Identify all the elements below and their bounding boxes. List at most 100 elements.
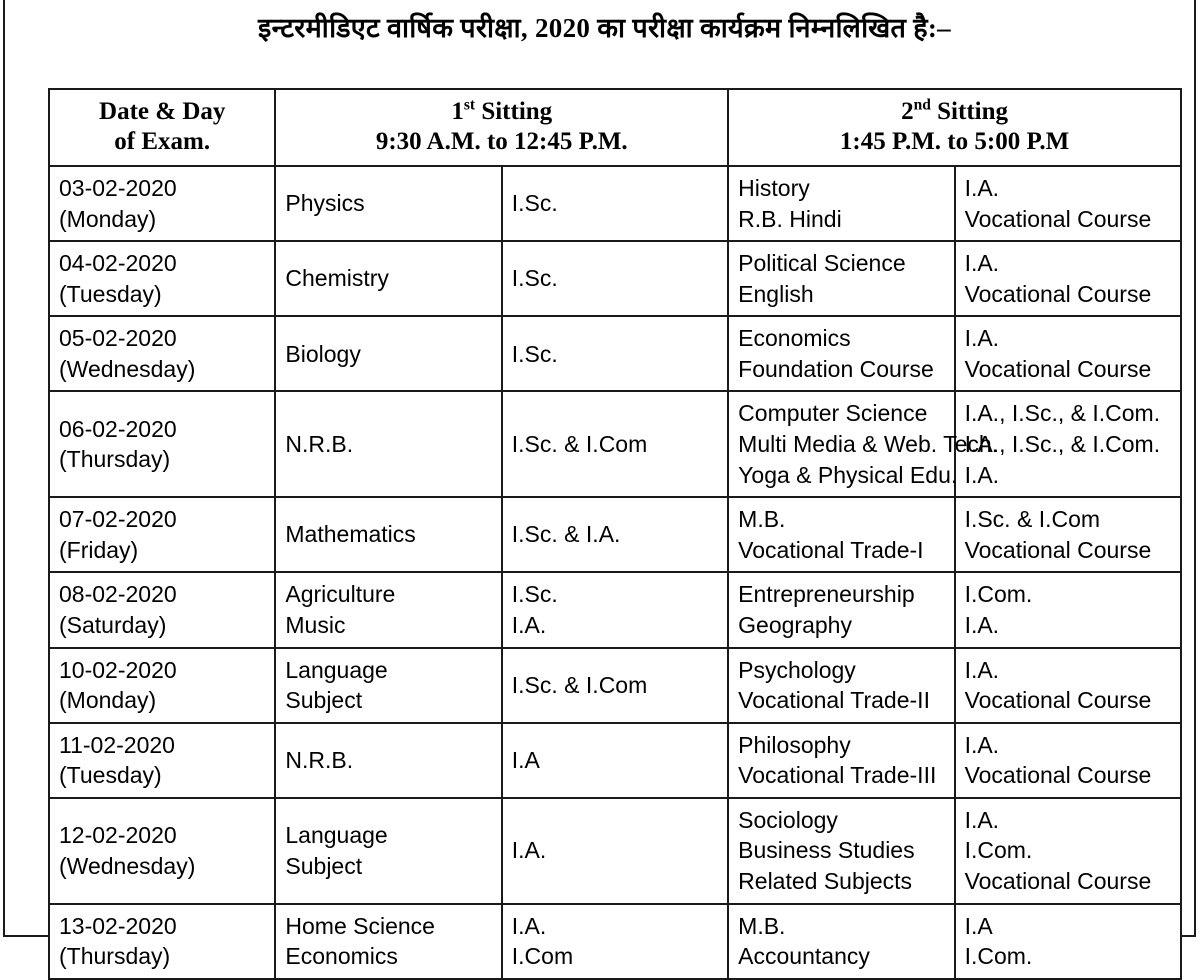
second-sitting-group-cell-line: I.A <box>964 912 993 939</box>
table-row: 11-02-2020 (Tuesday) N.R.B. I.A Philosophy Vo… <box>47 721 1183 799</box>
exam-date-cell-line: (Monday) <box>59 205 157 232</box>
second-sitting-subject-cell: Entrepreneurship Geography <box>727 571 956 649</box>
sitting2-word: Sitting <box>930 98 1009 125</box>
second-sitting-group-cell: I.A. Vocational Course <box>953 240 1183 318</box>
exam-date-cell-line: (Wednesday) <box>59 355 196 382</box>
second-sitting-subject-cell: Political Science English <box>727 240 956 318</box>
first-sitting-group-cell-line: I.A <box>511 746 540 773</box>
exam-date-cell-line: 12-02-2020 <box>59 822 177 849</box>
second-sitting-group-cell-line: I.A. <box>964 175 1000 201</box>
second-sitting-subject-cell-line: R.B. Hindi <box>738 205 842 232</box>
exam-date-cell-line: 13-02-2020 <box>59 912 177 939</box>
first-sitting-subject-cell: N.R.B. <box>274 721 503 799</box>
exam-date-cell-line: 03-02-2020 <box>59 175 177 201</box>
second-sitting-group-cell-line: I.Com. <box>964 943 1033 970</box>
second-sitting-group-cell-line: I.Com. <box>964 581 1033 608</box>
second-sitting-group-cell-line: I.A., I.Sc., & I.Com. <box>964 400 1161 427</box>
second-sitting-group-cell: I.A. I.Com. Vocational Course <box>953 796 1183 905</box>
second-sitting-group-cell-line: I.Com. <box>964 837 1033 864</box>
exam-date-cell-line: (Wednesday) <box>59 852 196 879</box>
table-row: 07-02-2020 (Friday) Mathematics I.Sc. & I.A… <box>47 496 1183 574</box>
exam-date-cell: 12-02-2020 (Wednesday) <box>47 796 277 905</box>
exam-date-cell-line: 08-02-2020 <box>59 581 177 608</box>
table-row: 05-02-2020 (Wednesday) Biology I.Sc. Economi… <box>47 315 1183 393</box>
first-sitting-subject-cell-line: Language <box>285 822 388 849</box>
second-sitting-subject-cell: Sociology Business Studies Related Subject… <box>727 796 956 905</box>
second-sitting-subject-cell-line: Foundation Course <box>738 355 934 382</box>
exam-date-cell-line: (Monday) <box>59 687 157 714</box>
first-sitting-subject-cell-line: N.R.B. <box>285 746 354 773</box>
second-sitting-subject-cell-line: Business Studies <box>738 837 915 864</box>
second-sitting-subject-cell: M.B. Vocational Trade-I <box>727 496 956 574</box>
table-header: Date & Day of Exam. 1st Sitting 9:30 A.M… <box>47 88 1182 167</box>
first-sitting-group-cell-line: I.Com <box>511 943 574 970</box>
sitting1-ordinal-suffix: st <box>463 96 476 114</box>
table-body: 03-02-2020 (Monday) Physics I.Sc. History R.B… <box>47 164 1183 980</box>
first-sitting-group-cell-line: I.A. <box>511 837 547 864</box>
second-sitting-subject-cell-line: History <box>738 175 810 201</box>
first-sitting-group-cell-line: I.A. <box>511 611 547 638</box>
exam-date-cell-line: 06-02-2020 <box>59 415 177 442</box>
second-sitting-group-cell: I.A I.Com. <box>953 902 1183 980</box>
header-first-sitting-label: 1st Sitting <box>280 97 723 127</box>
exam-date-cell: 08-02-2020 (Saturday) <box>47 571 277 649</box>
first-sitting-subject-cell-line: Mathematics <box>285 521 416 548</box>
first-sitting-group-cell: I.Sc. <box>500 240 730 318</box>
first-sitting-group-cell: I.A. I.Com <box>500 902 730 980</box>
exam-date-cell-line: (Thursday) <box>59 943 171 970</box>
exam-date-cell-line: 07-02-2020 <box>59 506 177 533</box>
exam-date-cell: 03-02-2020 (Monday) <box>47 164 277 243</box>
second-sitting-subject-cell-line: Accountancy <box>738 943 870 970</box>
second-sitting-group-cell-line: Vocational Course <box>964 280 1152 307</box>
first-sitting-group-cell-line: I.Sc. <box>511 581 558 608</box>
table-row: 10-02-2020 (Monday) Language Subject I.Sc. &… <box>47 646 1183 724</box>
first-sitting-subject-cell-line: N.R.B. <box>285 431 354 458</box>
second-sitting-group-cell-line: Vocational Course <box>964 355 1152 382</box>
header-second-sitting-label: 2nd Sitting <box>733 97 1176 127</box>
first-sitting-subject-cell-line: Economics <box>285 943 398 970</box>
exam-date-cell-line: 04-02-2020 <box>59 250 177 277</box>
second-sitting-subject-cell-line: Psychology <box>738 656 856 683</box>
header-date-line1: Date & Day <box>99 98 226 125</box>
table-row: 08-02-2020 (Saturday) Agriculture Music I.Sc… <box>47 571 1183 649</box>
sitting2-ordinal-suffix: nd <box>913 96 931 114</box>
first-sitting-subject-cell: Language Subject <box>274 796 503 905</box>
first-sitting-group-cell: I.Sc. & I.Com <box>500 390 730 499</box>
second-sitting-group-cell-line: I.A. <box>964 250 1000 277</box>
second-sitting-group-cell-line: Vocational Course <box>964 867 1152 894</box>
second-sitting-group-cell: I.A. Vocational Course <box>953 164 1183 243</box>
first-sitting-subject-cell-line: Music <box>285 611 346 638</box>
sitting1-word: Sitting <box>475 98 553 125</box>
first-sitting-subject-cell: Mathematics <box>274 496 503 574</box>
page-title: इन्टरमीडिएट वार्षिक परीक्षा, 2020 का परी… <box>258 13 951 43</box>
first-sitting-subject-cell: Agriculture Music <box>274 571 503 649</box>
exam-date-cell: 05-02-2020 (Wednesday) <box>47 315 277 393</box>
exam-date-cell: 06-02-2020 (Thursday) <box>47 390 277 499</box>
header-second-sitting-time: 1:45 P.M. to 5:00 P.M <box>839 127 1070 155</box>
header-second-sitting: 2nd Sitting 1:45 P.M. to 5:00 P.M <box>727 88 1182 167</box>
first-sitting-subject-cell: Language Subject <box>274 646 503 724</box>
second-sitting-group-cell-line: I.A., I.Sc., & I.Com. <box>964 431 1161 458</box>
first-sitting-group-cell-line: I.A. <box>511 912 547 939</box>
second-sitting-group-cell: I.A. Vocational Course <box>953 315 1183 393</box>
header-date-day: Date & Day of Exam. <box>47 88 277 167</box>
exam-date-cell-line: (Tuesday) <box>59 280 162 307</box>
table-row: 03-02-2020 (Monday) Physics I.Sc. History R.B… <box>47 164 1183 243</box>
table-row: 04-02-2020 (Tuesday) Chemistry I.Sc. Politic… <box>47 240 1183 318</box>
second-sitting-group-cell: I.A. Vocational Course <box>953 646 1183 724</box>
second-sitting-subject-cell-line: Vocational Trade-I <box>738 536 924 563</box>
exam-date-cell-line: (Saturday) <box>59 611 167 638</box>
second-sitting-group-cell-line: Vocational Course <box>964 687 1152 714</box>
exam-date-cell-line: (Thursday) <box>59 446 171 473</box>
second-sitting-group-cell-line: I.A. <box>964 806 1000 833</box>
second-sitting-group-cell-line: Vocational Course <box>964 205 1152 232</box>
second-sitting-group-cell-line: I.A. <box>964 325 1000 352</box>
exam-date-cell-line: (Friday) <box>59 536 139 563</box>
second-sitting-subject-cell-line: M.B. <box>738 506 786 533</box>
first-sitting-group-cell: I.A. <box>500 796 730 905</box>
first-sitting-group-cell-line: I.Sc. <box>511 265 558 292</box>
first-sitting-subject-cell-line: Biology <box>285 340 361 367</box>
exam-date-cell: 10-02-2020 (Monday) <box>47 646 277 724</box>
first-sitting-group-cell: I.Sc. & I.A. <box>500 496 730 574</box>
second-sitting-subject-cell-line: Philosophy <box>738 731 851 758</box>
